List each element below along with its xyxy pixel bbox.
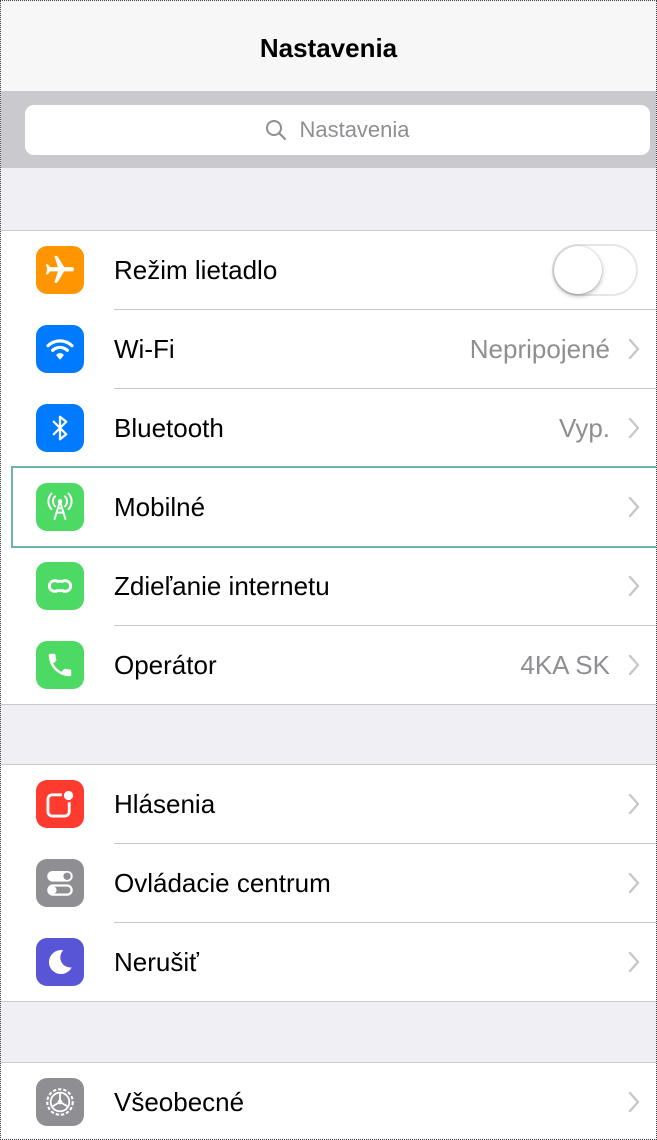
- airplane-icon: [36, 246, 84, 294]
- antenna-icon: [36, 483, 84, 531]
- row-label: Wi-Fi: [114, 333, 175, 364]
- row-label: Bluetooth: [114, 412, 224, 443]
- navigation-bar: Nastavenia: [1, 1, 656, 92]
- chevron-right-icon: [628, 654, 640, 676]
- chevron-right-icon: [628, 575, 640, 597]
- row-notifications[interactable]: Hlásenia: [36, 765, 656, 844]
- row-do-not-disturb[interactable]: Nerušiť: [36, 923, 656, 1001]
- row-value: 4KA SK: [520, 649, 610, 680]
- settings-group-notifications: Hlásenia Ovládacie centrum Nerušiť: [1, 764, 656, 1002]
- control-center-icon: [36, 859, 84, 907]
- row-airplane-mode[interactable]: Režim lietadlo: [36, 231, 656, 310]
- search-placeholder: Nastavenia: [299, 117, 410, 142]
- row-value: Vyp.: [558, 412, 610, 443]
- chevron-right-icon: [628, 338, 640, 360]
- row-general[interactable]: Všeobecné: [36, 1063, 656, 1139]
- row-label: Operátor: [114, 649, 217, 680]
- row-label: Ovládacie centrum: [114, 867, 331, 898]
- page-title: Nastavenia: [259, 32, 398, 63]
- row-personal-hotspot[interactable]: Zdieľanie internetu: [36, 547, 656, 626]
- row-label: Mobilné: [114, 491, 206, 522]
- toggle-knob: [554, 246, 602, 294]
- hotspot-icon: [36, 562, 84, 610]
- chevron-right-icon: [628, 793, 640, 815]
- row-value: Nepripojené: [469, 333, 610, 364]
- row-label: Režim lietadlo: [114, 254, 278, 285]
- row-label: Hlásenia: [114, 788, 216, 819]
- gear-icon: [36, 1078, 84, 1126]
- chevron-right-icon: [628, 951, 640, 973]
- row-control-center[interactable]: Ovládacie centrum: [36, 844, 656, 923]
- chevron-right-icon: [628, 1091, 640, 1113]
- row-label: Nerušiť: [114, 946, 199, 977]
- chevron-right-icon: [628, 417, 640, 439]
- row-bluetooth[interactable]: Bluetooth Vyp.: [36, 389, 656, 468]
- settings-group-connectivity: Režim lietadlo Wi-Fi Nepripojené Bluetoo…: [1, 230, 656, 705]
- wifi-icon: [36, 325, 84, 373]
- row-wifi[interactable]: Wi-Fi Nepripojené: [36, 310, 656, 389]
- airplane-mode-toggle[interactable]: [552, 244, 638, 296]
- settings-screen: Nastavenia Nastavenia Režim lietadlo Wi-…: [0, 0, 657, 1140]
- chevron-right-icon: [628, 872, 640, 894]
- row-carrier[interactable]: Operátor 4KA SK: [36, 626, 656, 704]
- row-label: Zdieľanie internetu: [114, 570, 330, 601]
- settings-group-general: Všeobecné: [1, 1062, 656, 1139]
- bluetooth-icon: [36, 404, 84, 452]
- search-input[interactable]: Nastavenia: [25, 105, 650, 155]
- search-bar: Nastavenia: [1, 92, 656, 168]
- row-label: Všeobecné: [114, 1086, 245, 1117]
- row-mobile[interactable]: Mobilné: [11, 466, 656, 548]
- phone-icon: [36, 641, 84, 689]
- search-icon: [266, 120, 287, 141]
- moon-icon: [36, 938, 84, 986]
- chevron-right-icon: [628, 496, 640, 518]
- notifications-icon: [36, 780, 84, 828]
